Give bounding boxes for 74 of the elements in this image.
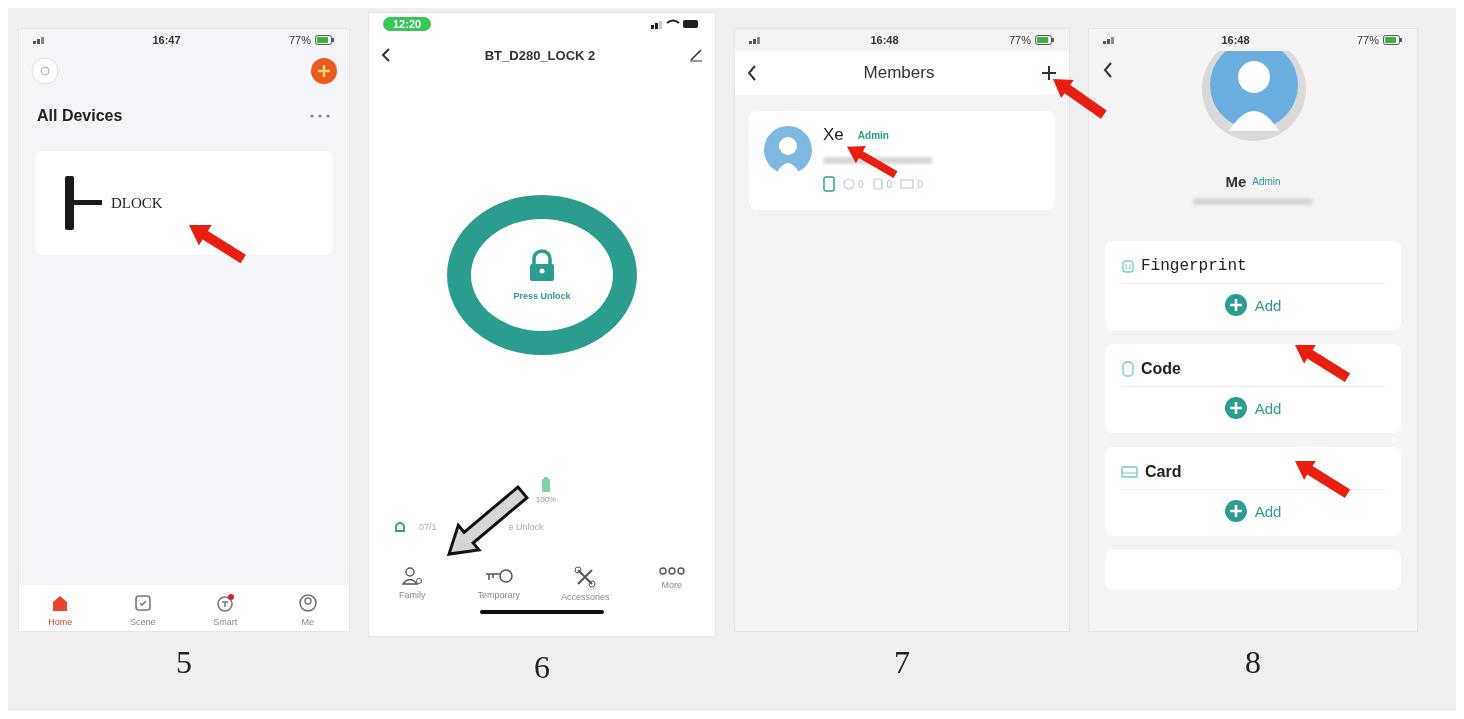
back-icon[interactable]: [747, 64, 757, 82]
battery-reading: 77%: [288, 34, 311, 46]
avatar-icon: [763, 125, 813, 175]
profile-icon: [297, 593, 318, 613]
credential-label: Card: [1145, 463, 1182, 481]
add-button[interactable]: Add: [1220, 393, 1286, 423]
edit-icon[interactable]: [689, 48, 703, 62]
status-time: 16:48: [1221, 34, 1250, 46]
arrow-icon: [846, 145, 899, 180]
battery-level: 100%: [535, 495, 557, 504]
add-button[interactable]: Add: [1220, 496, 1286, 526]
member-name: Xe: [823, 125, 844, 145]
back-icon[interactable]: [1103, 61, 1113, 79]
step-number: 8: [1245, 644, 1261, 681]
lock-icon: [63, 174, 105, 232]
screen-title: Members: [863, 63, 935, 83]
arrow-icon: [1294, 460, 1352, 500]
count: 0: [858, 178, 864, 190]
tab[interactable]: Home: [30, 593, 91, 627]
signal-icon: [33, 36, 44, 44]
log-text: e Unlock: [508, 522, 544, 532]
member-card[interactable]: Xe Admin 0 0 0: [749, 111, 1055, 210]
tab[interactable]: Temporary: [468, 566, 529, 602]
more-icon[interactable]: [309, 113, 331, 119]
tab[interactable]: Smart: [195, 593, 256, 627]
role-label: Admin: [857, 129, 889, 141]
more-icon: [658, 566, 685, 576]
checkbox-icon: [132, 593, 153, 613]
count: 0: [886, 178, 893, 190]
avatar-icon: [1199, 51, 1309, 141]
arrow-icon: [1294, 344, 1352, 384]
add-icon: [1224, 397, 1247, 419]
card-icon: [1121, 465, 1139, 479]
step-number: 6: [534, 649, 550, 686]
card-icon: [900, 178, 915, 190]
credential-label: Code: [1141, 360, 1181, 378]
step-number: 7: [894, 644, 910, 681]
add-icon: [1224, 500, 1247, 522]
role-label: Admin: [1252, 176, 1281, 187]
device-card[interactable]: DLOCK: [35, 151, 333, 255]
tab[interactable]: Accessories: [555, 566, 616, 602]
battery-reading: 77%: [1008, 34, 1031, 46]
step-number: 5: [176, 644, 192, 681]
arrow-icon: [188, 224, 247, 265]
add-icon: [1224, 294, 1247, 316]
tab[interactable]: Scene: [112, 593, 173, 627]
phone-icon: [823, 176, 835, 192]
add-icon[interactable]: [1041, 65, 1057, 81]
status-time: 16:48: [870, 34, 899, 46]
tab[interactable]: Me: [277, 593, 338, 627]
log-text: 07/1: [419, 522, 437, 532]
member-name: Me: [1225, 173, 1247, 190]
key-icon: [483, 566, 514, 586]
unlock-button[interactable]: Press Unlock: [447, 195, 637, 355]
keypad-icon: [871, 178, 884, 190]
add-button[interactable]: Add: [1220, 290, 1286, 320]
battery-reading: 77%: [1356, 34, 1379, 46]
count: 0: [917, 178, 923, 190]
tools-icon: [574, 566, 597, 588]
screen-title: BT_D280_LOCK 2: [484, 47, 596, 63]
signal-icon: [749, 36, 760, 44]
status-time: 12:20: [383, 17, 432, 31]
device-name: DLOCK: [111, 194, 163, 212]
status-time: 16:47: [152, 34, 181, 46]
tab[interactable]: Family: [382, 566, 443, 602]
bell-icon: [393, 520, 407, 534]
person-icon: [401, 566, 424, 586]
back-icon[interactable]: [381, 47, 391, 63]
credential-label: Fingerprint: [1141, 257, 1247, 275]
tab[interactable]: More: [641, 566, 702, 602]
section-title: All Devices: [37, 107, 123, 125]
signal-icon: [1103, 36, 1114, 44]
arrow-icon: [1052, 78, 1108, 120]
keypad-icon: [1121, 361, 1135, 377]
